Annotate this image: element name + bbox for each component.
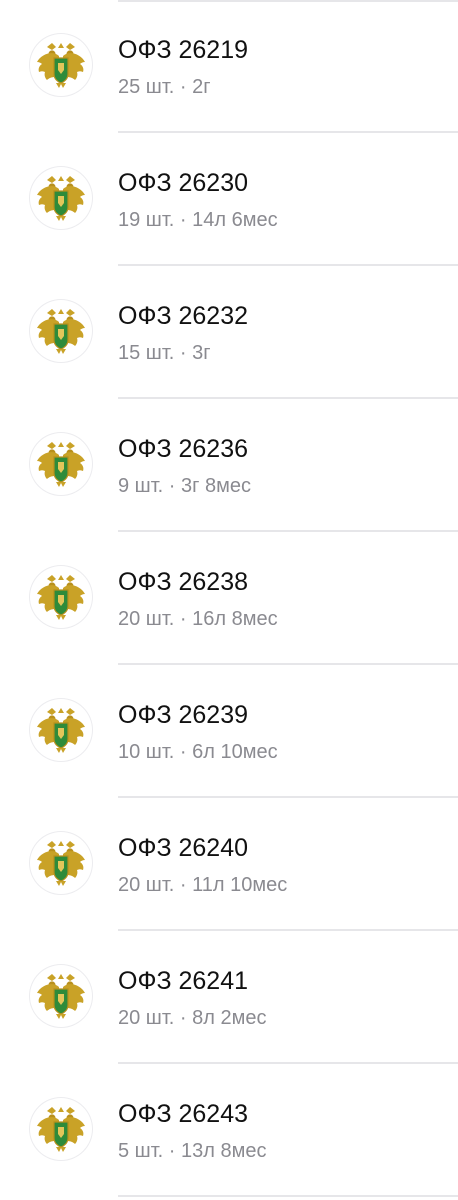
list-item[interactable]: ОФЗ 26241 20 шт. · 8л 2мес (0, 931, 458, 1064)
bond-name: ОФЗ 26232 (118, 302, 249, 330)
russian-coat-of-arms-icon (29, 166, 93, 230)
list-item[interactable]: ОФЗ 26219 25 шт. · 2г (0, 0, 458, 133)
bond-quantity-maturity: 5 шт. · 13л 8мес (118, 1140, 267, 1162)
bond-quantity-maturity: 20 шт. · 16л 8мес (118, 608, 278, 630)
russian-coat-of-arms-icon (29, 565, 93, 629)
row-divider (118, 1195, 458, 1197)
russian-coat-of-arms-icon (29, 831, 93, 895)
bond-name: ОФЗ 26219 (118, 36, 249, 64)
bond-name: ОФЗ 26240 (118, 834, 249, 862)
bond-quantity-maturity: 25 шт. · 2г (118, 76, 211, 98)
bond-name: ОФЗ 26238 (118, 568, 249, 596)
list-item[interactable]: ОФЗ 26236 9 шт. · 3г 8мес (0, 399, 458, 532)
bond-quantity-maturity: 19 шт. · 14л 6мес (118, 209, 278, 231)
bond-quantity-maturity: 20 шт. · 8л 2мес (118, 1007, 267, 1029)
list-item[interactable]: ОФЗ 26238 20 шт. · 16л 8мес (0, 532, 458, 665)
russian-coat-of-arms-icon (29, 432, 93, 496)
bond-name: ОФЗ 26236 (118, 435, 249, 463)
russian-coat-of-arms-icon (29, 1097, 93, 1161)
bond-quantity-maturity: 9 шт. · 3г 8мес (118, 475, 251, 497)
list-item[interactable]: ОФЗ 26240 20 шт. · 11л 10мес (0, 798, 458, 931)
russian-coat-of-arms-icon (29, 964, 93, 1028)
russian-coat-of-arms-icon (29, 33, 93, 97)
russian-coat-of-arms-icon (29, 698, 93, 762)
bond-name: ОФЗ 26239 (118, 701, 249, 729)
bond-name: ОФЗ 26230 (118, 169, 249, 197)
bond-quantity-maturity: 20 шт. · 11л 10мес (118, 874, 288, 896)
list-item[interactable]: ОФЗ 26239 10 шт. · 6л 10мес (0, 665, 458, 798)
bond-name: ОФЗ 26243 (118, 1100, 249, 1128)
bond-quantity-maturity: 15 шт. · 3г (118, 342, 211, 364)
list-item[interactable]: ОФЗ 26232 15 шт. · 3г (0, 266, 458, 399)
bond-name: ОФЗ 26241 (118, 967, 249, 995)
russian-coat-of-arms-icon (29, 299, 93, 363)
bond-quantity-maturity: 10 шт. · 6л 10мес (118, 741, 278, 763)
list-item[interactable]: ОФЗ 26243 5 шт. · 13л 8мес (0, 1064, 458, 1197)
bond-list: ОФЗ 26219 25 шт. · 2г ОФЗ 26230 19 шт. ·… (0, 0, 458, 1200)
list-item[interactable]: ОФЗ 26230 19 шт. · 14л 6мес (0, 133, 458, 266)
